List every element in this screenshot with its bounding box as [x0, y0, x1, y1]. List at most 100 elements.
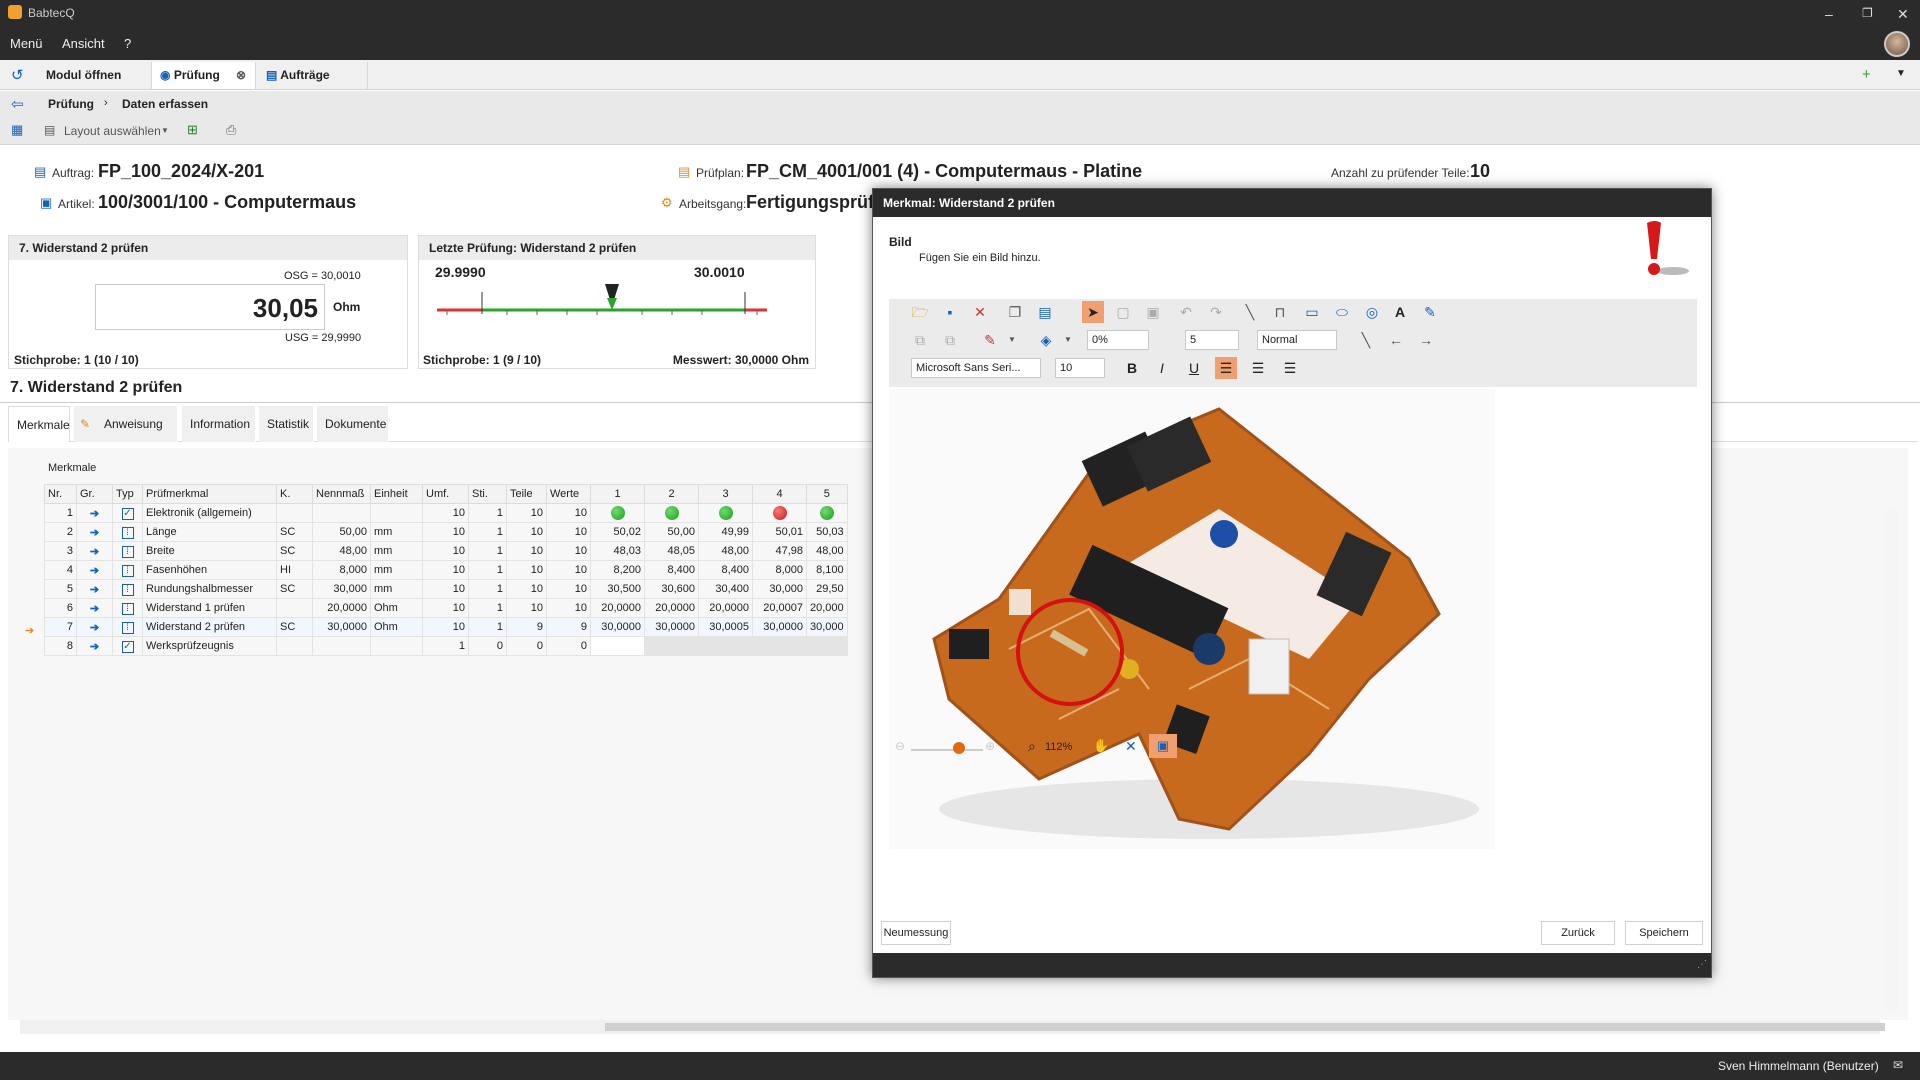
add-tab-icon[interactable]: +: [1862, 66, 1871, 83]
vertical-scrollbar[interactable]: [1884, 510, 1898, 1010]
send-back-icon[interactable]: ⧉: [939, 329, 961, 351]
avatar[interactable]: [1884, 31, 1910, 57]
table-row[interactable]: 1 ➔ ✓ Elektronik (allgemein) 10 1 10 10: [44, 503, 848, 523]
align-left-icon[interactable]: ☰: [1215, 357, 1237, 379]
fill-color-icon[interactable]: ◈: [1035, 329, 1057, 351]
bring-front-icon[interactable]: ⧉: [909, 329, 931, 351]
cell-measurement[interactable]: 48,03: [590, 541, 645, 561]
cell-measurement[interactable]: 49,99: [698, 522, 753, 542]
column-header[interactable]: Nennmaß: [312, 484, 371, 504]
cell-measurement[interactable]: 20,0000: [698, 598, 753, 618]
add-document-icon[interactable]: ⊞: [187, 122, 198, 138]
new-measurement-button[interactable]: Neumessung: [881, 921, 951, 945]
cell-measurement[interactable]: [752, 636, 807, 656]
align-right-icon[interactable]: ☰: [1279, 357, 1301, 379]
font-size-select[interactable]: 10: [1055, 358, 1105, 378]
cell-measurement[interactable]: 50,01: [752, 522, 807, 542]
column-header[interactable]: 1: [590, 484, 645, 504]
font-select[interactable]: Microsoft Sans Seri...: [911, 358, 1041, 378]
cell-measurement[interactable]: 29,50: [806, 579, 848, 599]
cell-measurement[interactable]: 30,0000: [644, 617, 699, 637]
line-style-select[interactable]: Normal: [1257, 330, 1337, 350]
chevron-down-icon[interactable]: ▼: [1896, 68, 1906, 79]
zoom-slider-handle[interactable]: [953, 742, 965, 754]
menu-item-ansicht[interactable]: Ansicht: [62, 36, 105, 51]
zoom-out-icon[interactable]: ⊖: [895, 739, 905, 753]
table-row[interactable]: 6 ➔ ⁞ Widerstand 1 prüfen 20,0000 Ohm 10 1 10 10 2…: [44, 598, 848, 618]
opacity-select[interactable]: 0%: [1087, 330, 1149, 350]
cell-measurement[interactable]: 50,02: [590, 522, 645, 542]
italic-icon[interactable]: I: [1151, 357, 1173, 379]
column-header[interactable]: 5: [806, 484, 848, 504]
export-icon[interactable]: ⎘: [1188, 738, 1198, 754]
table-row[interactable]: 2 ➔ ⁞ Länge SC 50,00 mm 10 1 10 10 50,02 50,00 49,99 5…: [44, 522, 848, 542]
line-width-select[interactable]: 5: [1185, 330, 1239, 350]
cell-measurement[interactable]: 50,03: [806, 522, 848, 542]
cell-measurement[interactable]: 47,98: [752, 541, 807, 561]
cell-measurement[interactable]: [644, 636, 699, 656]
cell-measurement[interactable]: [806, 636, 848, 656]
chevron-down-icon[interactable]: ▼: [1057, 329, 1079, 351]
cell-measurement[interactable]: 30,0000: [590, 617, 645, 637]
arrow-right-icon[interactable]: →: [1415, 329, 1437, 351]
save-button[interactable]: Speichern: [1625, 921, 1703, 945]
column-header[interactable]: Werte: [546, 484, 591, 504]
pointer-icon[interactable]: ➤: [1082, 301, 1104, 323]
cell-measurement[interactable]: 30,500: [590, 579, 645, 599]
horizontal-scrollbar[interactable]: [20, 1020, 1885, 1034]
tab-information[interactable]: Information: [182, 406, 256, 442]
cell-measurement[interactable]: 8,400: [698, 560, 753, 580]
zoom-in-icon[interactable]: ⊕: [985, 739, 995, 753]
value-input[interactable]: 30,05: [95, 284, 325, 330]
table-row[interactable]: 5 ➔ ⁞ Rundungshalbmesser SC 30,000 mm 10 1 10 10 30…: [44, 579, 848, 599]
camera-icon[interactable]: ▣: [1149, 734, 1177, 758]
cell-measurement[interactable]: 30,600: [644, 579, 699, 599]
column-header[interactable]: 4: [752, 484, 807, 504]
align-center-icon[interactable]: ☰: [1247, 357, 1269, 379]
layout-select[interactable]: Layout auswählen: [64, 124, 161, 138]
redo-icon[interactable]: ↷: [1205, 301, 1227, 323]
cell-measurement[interactable]: 30,000: [806, 617, 848, 637]
cell-measurement[interactable]: 8,000: [752, 560, 807, 580]
tab-merkmale[interactable]: Merkmale: [8, 406, 70, 442]
cell-measurement[interactable]: 20,0000: [590, 598, 645, 618]
copy-icon[interactable]: ❐: [1004, 301, 1026, 323]
home-icon[interactable]: ↺: [11, 66, 24, 84]
cell-measurement[interactable]: [752, 503, 807, 523]
column-header[interactable]: Umf.: [422, 484, 469, 504]
breadcrumb-root[interactable]: Prüfung: [48, 97, 94, 111]
tab-anweisung[interactable]: ✎ Anweisung: [74, 406, 178, 442]
mail-icon[interactable]: ✉: [1893, 1058, 1903, 1072]
cell-measurement[interactable]: 48,05: [644, 541, 699, 561]
menu-item-help[interactable]: ?: [124, 36, 131, 51]
cell-measurement[interactable]: [590, 636, 645, 656]
tab-auftraege[interactable]: ▤ Aufträge: [258, 62, 368, 89]
cell-measurement[interactable]: 30,0005: [698, 617, 753, 637]
fit-icon[interactable]: ✕: [1125, 738, 1137, 755]
chevron-down-icon[interactable]: ▼: [1001, 329, 1023, 351]
column-header[interactable]: Typ: [112, 484, 143, 504]
column-header[interactable]: K.: [276, 484, 313, 504]
close-tab-icon[interactable]: ⊗: [236, 62, 246, 89]
column-header[interactable]: 3: [698, 484, 753, 504]
underline-icon[interactable]: U: [1183, 357, 1205, 379]
cell-measurement[interactable]: 30,400: [698, 579, 753, 599]
cell-measurement[interactable]: 50,00: [644, 522, 699, 542]
cell-measurement[interactable]: 30,000: [752, 579, 807, 599]
bold-icon[interactable]: B: [1121, 357, 1143, 379]
table-row[interactable]: 8 ➔ ✓ Werksprüfzeugnis 1 0 0 0: [44, 636, 848, 656]
scroll-thumb[interactable]: [605, 1023, 1885, 1031]
table-row[interactable]: 7 ➔ ⁞ Widerstand 2 prüfen SC 30,0000 Ohm 10 1 9 9 3…: [44, 617, 848, 637]
line-end-icon[interactable]: ╲: [1355, 329, 1377, 351]
close-icon[interactable]: ✕: [1897, 6, 1909, 23]
cell-measurement[interactable]: 20,000: [806, 598, 848, 618]
paste-icon[interactable]: ▤: [1034, 301, 1056, 323]
cell-measurement[interactable]: 8,200: [590, 560, 645, 580]
open-folder-icon[interactable]: 🗁: [909, 301, 931, 323]
cell-measurement[interactable]: 48,00: [698, 541, 753, 561]
pen-icon[interactable]: ✎: [1419, 301, 1441, 323]
undo-icon[interactable]: ↶: [1175, 301, 1197, 323]
cell-measurement[interactable]: 48,00: [806, 541, 848, 561]
tab-modul-oeffnen[interactable]: Modul öffnen: [36, 62, 152, 89]
column-header[interactable]: Gr.: [76, 484, 113, 504]
